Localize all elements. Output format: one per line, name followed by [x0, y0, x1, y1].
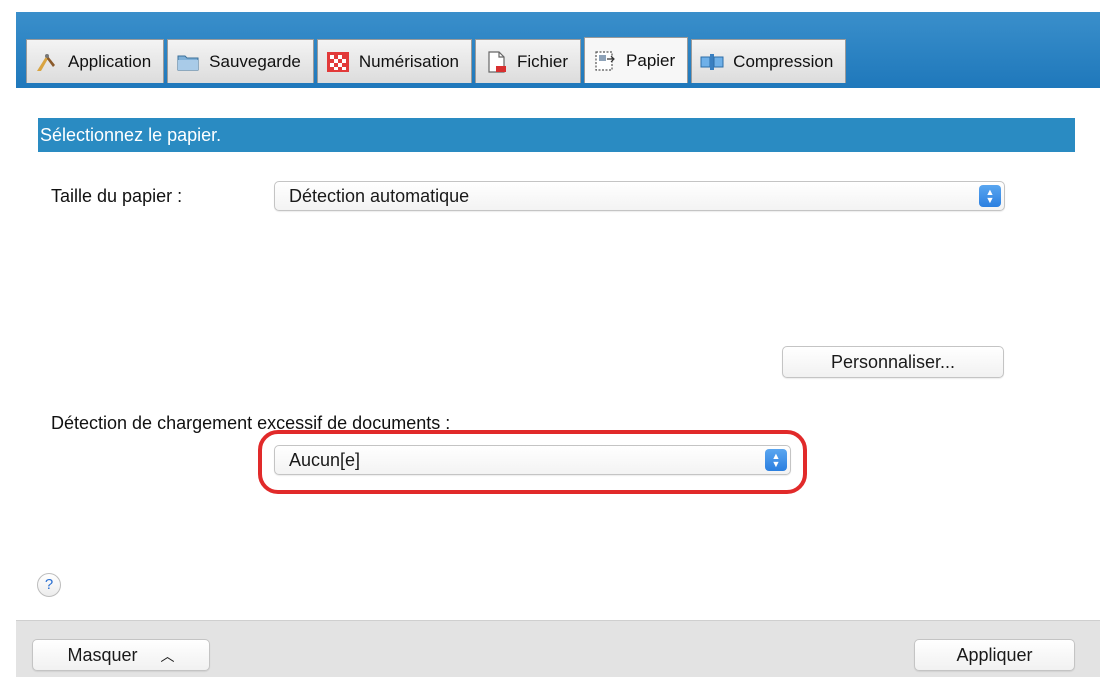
- tab-label: Application: [68, 51, 152, 71]
- apply-button[interactable]: Appliquer: [914, 639, 1075, 671]
- chevron-up-down-icon: ▲ ▼: [979, 185, 1001, 207]
- folder-icon: [176, 51, 200, 73]
- hide-button[interactable]: Masquer ︿: [32, 639, 210, 671]
- tab-label: Numérisation: [358, 51, 460, 71]
- section-title: Sélectionnez le papier.: [38, 118, 1075, 152]
- bottom-bar: Masquer ︿ Appliquer: [16, 620, 1100, 677]
- tab-numerisation[interactable]: Numérisation: [316, 39, 473, 83]
- paper-icon: [593, 50, 617, 72]
- tab-application[interactable]: Application: [26, 39, 165, 83]
- help-button[interactable]: ?: [37, 573, 61, 597]
- scan-icon: [326, 51, 350, 73]
- hide-button-label: Masquer: [67, 645, 138, 665]
- paper-size-value: Détection automatique: [289, 186, 470, 206]
- compression-icon: [700, 51, 724, 73]
- chevron-up-icon: ︿: [160, 648, 175, 664]
- customize-button[interactable]: Personnaliser...: [782, 346, 1004, 378]
- paper-size-label: Taille du papier :: [51, 186, 183, 206]
- file-icon: [484, 50, 508, 73]
- tab-label: Compression: [733, 51, 834, 71]
- tab-papier[interactable]: Papier: [584, 37, 689, 83]
- application-icon: [35, 51, 59, 73]
- tab-sauvegarde[interactable]: Sauvegarde: [167, 39, 314, 83]
- tab-compression[interactable]: Compression: [691, 39, 847, 83]
- settings-panel: Sélectionnez le papier. Taille du papier…: [16, 88, 1100, 620]
- window-top: [0, 0, 1100, 12]
- paper-size-select[interactable]: Détection automatique ▲ ▼: [274, 181, 1005, 211]
- tab-label: Papier: [626, 50, 676, 70]
- highlight-annotation: [258, 430, 807, 494]
- tab-label: Fichier: [517, 51, 569, 71]
- tab-list: Application Sauvegarde Numérisation Fich…: [26, 37, 849, 83]
- tab-fichier[interactable]: Fichier: [475, 39, 582, 83]
- tab-label: Sauvegarde: [209, 51, 301, 71]
